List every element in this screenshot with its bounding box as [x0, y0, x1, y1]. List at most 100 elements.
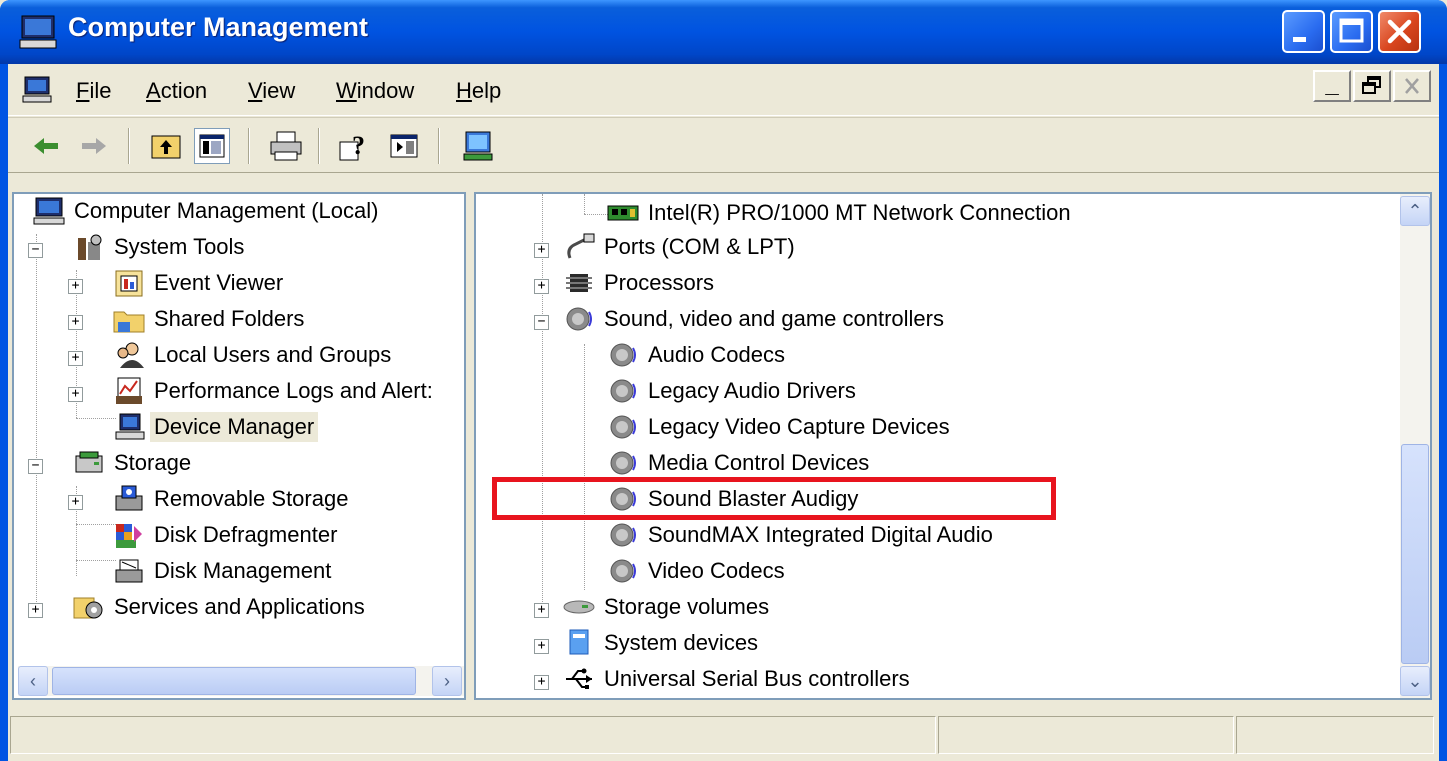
tree-item-removable-storage[interactable]: Removable Storage — [112, 482, 352, 516]
mdi-restore-button[interactable] — [1353, 70, 1391, 102]
menu-help[interactable]: Help — [456, 78, 501, 104]
tree-label: Local Users and Groups — [154, 342, 392, 367]
tree-item-local-users[interactable]: Local Users and Groups — [112, 338, 395, 372]
tree-item-root[interactable]: Computer Management (Local) — [32, 194, 382, 228]
computer-properties-icon[interactable] — [460, 128, 496, 164]
svg-text:?: ? — [352, 131, 365, 160]
port-icon — [567, 233, 595, 259]
device-label: Universal Serial Bus controllers — [604, 666, 910, 691]
tree-item-disk-defragmenter[interactable]: Disk Defragmenter — [112, 518, 341, 552]
device-legacy-audio[interactable]: Legacy Audio Drivers — [606, 374, 860, 408]
window-title: Computer Management — [68, 12, 369, 42]
tree-label: System Tools — [114, 234, 245, 259]
collapse-toggle[interactable]: − — [28, 459, 43, 474]
menu-action[interactable]: Action — [146, 78, 207, 104]
console-tree[interactable]: Computer Management (Local) − System Too… — [12, 192, 466, 700]
device-label: Legacy Video Capture Devices — [648, 414, 950, 439]
tree-item-event-viewer[interactable]: Event Viewer — [112, 266, 287, 300]
scroll-down-button[interactable]: ⌄ — [1400, 666, 1430, 696]
horizontal-scrollbar[interactable]: ‹ › — [18, 666, 464, 696]
close-button[interactable] — [1378, 10, 1421, 53]
action-pane-icon[interactable] — [386, 128, 422, 164]
device-soundmax[interactable]: SoundMAX Integrated Digital Audio — [606, 518, 997, 552]
back-arrow-icon[interactable] — [28, 128, 64, 164]
device-label: Intel(R) PRO/1000 MT Network Connection — [648, 200, 1071, 225]
device-label: Audio Codecs — [648, 342, 785, 367]
menu-file[interactable]: File — [76, 78, 111, 104]
expand-toggle[interactable]: + — [28, 603, 43, 618]
device-label: Sound, video and game controllers — [604, 306, 944, 331]
mdi-minimize-button[interactable]: _ — [1313, 70, 1351, 102]
maximize-button[interactable] — [1330, 10, 1373, 53]
device-network-adapter[interactable]: Intel(R) PRO/1000 MT Network Connection — [606, 196, 1075, 230]
device-category-usb[interactable]: Universal Serial Bus controllers — [562, 662, 914, 696]
print-icon[interactable] — [268, 128, 304, 164]
tree-item-perf-logs[interactable]: Performance Logs and Alert: — [112, 374, 437, 408]
help-icon[interactable]: ? — [338, 128, 374, 164]
forward-arrow-icon[interactable] — [76, 128, 112, 164]
computer-icon[interactable] — [22, 76, 52, 104]
tree-item-shared-folders[interactable]: Shared Folders — [112, 302, 308, 336]
device-category-system-devices[interactable]: System devices — [562, 626, 762, 660]
status-cell — [10, 716, 936, 754]
minimize-button[interactable] — [1282, 10, 1325, 53]
expand-toggle[interactable]: + — [534, 675, 549, 690]
toolbar-separator — [318, 128, 320, 164]
device-category-processors[interactable]: Processors — [562, 266, 718, 300]
menu-file-accel: F — [76, 78, 90, 103]
scroll-thumb[interactable] — [1401, 444, 1429, 664]
mdi-controls: _ — [1313, 70, 1435, 104]
client-area: File Action View Window Help _ ? Compute… — [8, 64, 1439, 761]
device-category-storage-volumes[interactable]: Storage volumes — [562, 590, 773, 624]
expand-toggle[interactable]: + — [68, 315, 83, 330]
tree-line — [584, 344, 585, 590]
device-category-ports[interactable]: Ports (COM & LPT) — [562, 230, 799, 264]
expand-toggle[interactable]: + — [68, 387, 83, 402]
menu-window[interactable]: Window — [336, 78, 414, 104]
scroll-thumb[interactable] — [52, 667, 416, 695]
tree-item-storage[interactable]: Storage — [72, 446, 195, 480]
tree-item-device-manager[interactable]: Device Manager — [112, 410, 319, 444]
device-media-control[interactable]: Media Control Devices — [606, 446, 873, 480]
device-video-codecs[interactable]: Video Codecs — [606, 554, 789, 588]
menu-help-rest: elp — [471, 78, 502, 103]
menu-view[interactable]: View — [248, 78, 295, 104]
expand-toggle[interactable]: + — [68, 279, 83, 294]
speaker-icon — [610, 523, 636, 547]
scroll-up-button[interactable]: ⌃ — [1400, 196, 1430, 226]
expand-toggle[interactable]: + — [534, 639, 549, 654]
collapse-toggle[interactable]: − — [534, 315, 549, 330]
title-bar[interactable]: Computer Management — [0, 0, 1447, 64]
show-hide-tree-button[interactable] — [194, 128, 230, 164]
menu-window-rest: indow — [356, 78, 415, 103]
volume-icon — [563, 600, 595, 614]
device-audio-codecs[interactable]: Audio Codecs — [606, 338, 789, 372]
collapse-toggle[interactable]: − — [28, 243, 43, 258]
scroll-left-button[interactable]: ‹ — [18, 666, 48, 696]
device-list[interactable]: Intel(R) PRO/1000 MT Network Connection … — [474, 192, 1432, 700]
usb-icon — [566, 668, 592, 689]
up-folder-icon[interactable] — [148, 128, 184, 164]
expand-toggle[interactable]: + — [68, 495, 83, 510]
expand-toggle[interactable]: + — [534, 603, 549, 618]
expand-toggle[interactable]: + — [68, 351, 83, 366]
event-viewer-icon — [115, 270, 143, 297]
expand-toggle[interactable]: + — [534, 243, 549, 258]
minimize-icon — [1293, 37, 1306, 42]
tree-item-system-tools[interactable]: System Tools — [72, 230, 248, 264]
scroll-right-button[interactable]: › — [432, 666, 462, 696]
tree-line — [76, 560, 116, 561]
device-category-sound[interactable]: Sound, video and game controllers — [562, 302, 948, 336]
device-legacy-video[interactable]: Legacy Video Capture Devices — [606, 410, 954, 444]
expand-toggle[interactable]: + — [534, 279, 549, 294]
computer-icon — [33, 197, 65, 225]
vertical-scrollbar[interactable]: ⌃ ⌄ — [1400, 194, 1430, 698]
status-cell — [1236, 716, 1434, 754]
device-label: Ports (COM & LPT) — [604, 234, 795, 259]
tree-line — [584, 194, 585, 214]
tree-item-services[interactable]: Services and Applications — [72, 590, 369, 624]
mdi-close-button[interactable] — [1393, 70, 1431, 102]
tree-label: Shared Folders — [154, 306, 305, 331]
tree-item-disk-management[interactable]: Disk Management — [112, 554, 335, 588]
tree-label: Disk Management — [154, 558, 332, 583]
